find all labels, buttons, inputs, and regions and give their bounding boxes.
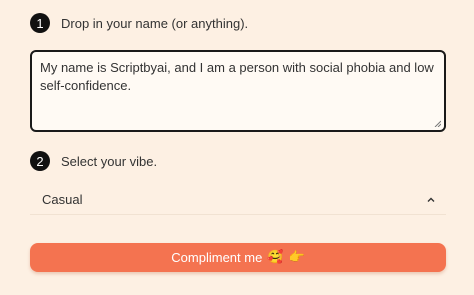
name-textarea[interactable]: My name is Scriptbyai, and I am a person… (30, 50, 446, 132)
compliment-me-button[interactable]: Compliment me 🥰 👉 (30, 243, 446, 272)
step-2-label: Select your vibe. (61, 153, 158, 169)
step-1-label: Drop in your name (or anything). (61, 15, 249, 31)
chevron-up-icon (427, 197, 435, 202)
vibe-select-value: Casual (42, 192, 83, 207)
name-textarea-value[interactable]: My name is Scriptbyai, and I am a person… (40, 60, 434, 93)
step-2-badge: 2 (30, 151, 50, 171)
pointing-hand-emoji-icon: 👉 (288, 250, 305, 265)
resize-grip-icon[interactable] (434, 120, 441, 127)
step-1-badge: 1 (30, 13, 50, 33)
smiling-hearts-emoji-icon: 🥰 (267, 250, 284, 265)
vibe-select[interactable]: Casual (30, 185, 446, 215)
step-1: 1 Drop in your name (or anything). (30, 13, 248, 33)
step-2: 2 Select your vibe. (30, 151, 157, 171)
compliment-button-label: Compliment me (171, 250, 263, 265)
